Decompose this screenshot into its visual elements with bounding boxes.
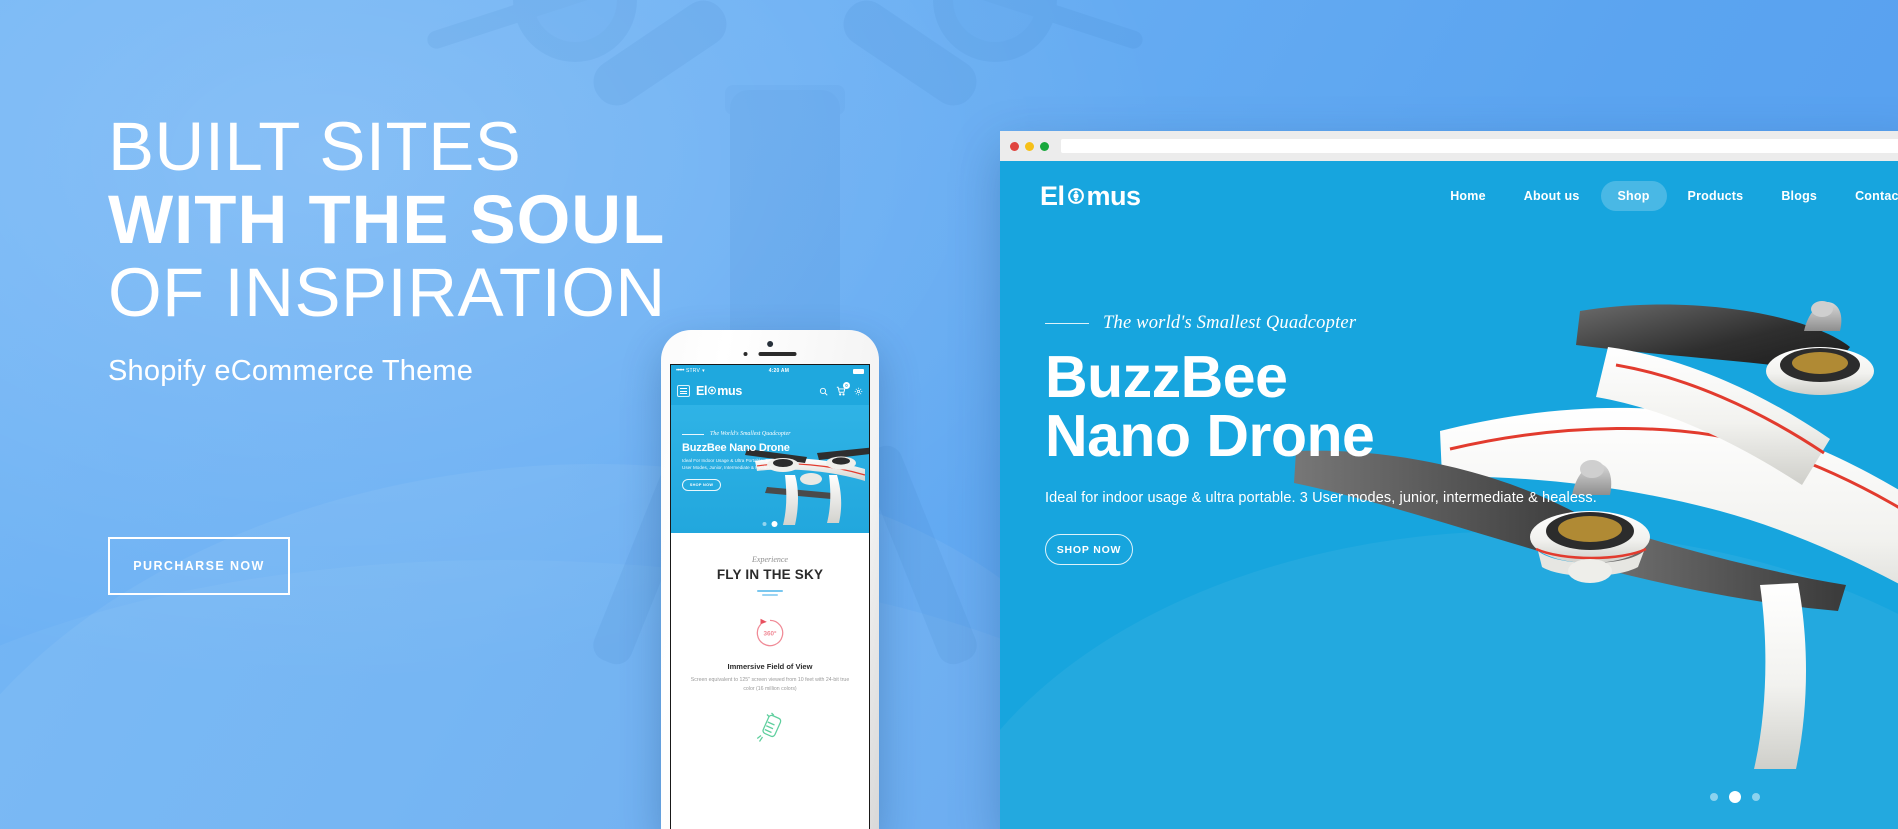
app-bar-icons: 0	[819, 382, 863, 396]
app-logo-prefix: El	[696, 384, 708, 398]
eyebrow-text: The world's Smallest Quadcopter	[1103, 313, 1357, 333]
headline-line-3: OF INSPIRATION	[108, 254, 666, 331]
app-hero-description: Ideal For Indoor Usage & Ultra Portable.…	[682, 458, 774, 470]
app-hero-eyebrow: The World's Smallest Quadcopter	[682, 431, 869, 437]
app-top-bar: El mus 0	[671, 377, 869, 405]
carrier-name: STRV	[686, 368, 701, 374]
nav-item-about-us[interactable]: About us	[1507, 181, 1597, 211]
nav-item-home[interactable]: Home	[1433, 181, 1503, 211]
phone-mockup: ••••• STRV ▾ 4:20 AM El mus 0 The World'…	[661, 330, 879, 829]
app-hero-banner: The World's Smallest Quadcopter BuzzBee …	[671, 405, 869, 533]
app-slider-dot-1[interactable]	[762, 522, 767, 526]
site-logo[interactable]: El mus	[1040, 181, 1141, 212]
app-experience-section: Experience FLY IN THE SKY 360° Immersive…	[671, 533, 869, 746]
phone-screen: ••••• STRV ▾ 4:20 AM El mus 0 The World'…	[670, 364, 870, 829]
site-hero: The world's Smallest Quadcopter BuzzBee …	[1000, 231, 1898, 565]
slider-dot-1[interactable]	[1710, 793, 1718, 801]
battery-plug-icon	[752, 710, 788, 746]
app-hero-title: BuzzBee Nano Drone	[682, 442, 790, 454]
site-nav-links: Home About us Shop Products Blogs Contac…	[1433, 181, 1898, 211]
earpiece-speaker	[743, 352, 797, 356]
close-window-icon[interactable]	[1010, 141, 1019, 151]
nav-item-blogs[interactable]: Blogs	[1764, 181, 1834, 211]
site-logo-suffix: mus	[1086, 180, 1142, 211]
app-shop-now-button[interactable]: SHOP NOW	[682, 478, 721, 491]
nav-item-products[interactable]: Products	[1671, 181, 1761, 211]
carrier-info: ••••• STRV ▾	[676, 368, 705, 374]
demo-site: El mus Home About us Shop Products Blogs…	[1000, 161, 1898, 829]
site-slider-dots	[1710, 791, 1760, 803]
site-logo-prefix: El	[1040, 180, 1065, 211]
maximize-window-icon[interactable]	[1040, 141, 1049, 151]
section-divider-small	[762, 594, 778, 596]
purchase-now-button[interactable]: PURCHARSE NOW	[108, 537, 290, 595]
360-degree-icon: 360°	[751, 614, 789, 652]
site-shop-now-button[interactable]: SHOP NOW	[1045, 534, 1133, 565]
site-hero-title-line-2: Nano Drone	[1045, 403, 1375, 469]
proximity-sensor-icon	[743, 352, 748, 356]
settings-icon[interactable]	[854, 387, 863, 396]
eyebrow-rule	[1045, 322, 1089, 325]
site-navbar: El mus Home About us Shop Products Blogs…	[1000, 161, 1898, 231]
section-divider	[757, 590, 783, 592]
traffic-light-dots	[1010, 141, 1049, 151]
slider-dot-3[interactable]	[1752, 793, 1760, 801]
svg-text:360°: 360°	[763, 629, 777, 637]
site-hero-eyebrow: The world's Smallest Quadcopter	[1045, 313, 1898, 334]
section-eyebrow: Experience	[752, 555, 788, 564]
headline-line-1: BUILT SITES	[108, 108, 522, 185]
site-hero-title-line-1: BuzzBee	[1045, 344, 1288, 410]
section-title: FLY IN THE SKY	[716, 567, 824, 582]
signal-strength-icon: •••••	[676, 368, 685, 374]
nav-item-contact[interactable]: Contact	[1838, 181, 1898, 211]
phone-status-bar: ••••• STRV ▾ 4:20 AM	[671, 365, 869, 377]
app-slider-dot-2[interactable]	[771, 521, 778, 527]
browser-url-input[interactable]	[1061, 139, 1898, 153]
battery-icon	[852, 368, 864, 374]
hero-landing-page: BUILT SITES WITH THE SOUL OF INSPIRATION…	[0, 0, 1898, 829]
app-logo-suffix: mus	[717, 384, 743, 398]
status-time: 4:20 AM	[768, 368, 790, 374]
slider-dot-2[interactable]	[1729, 791, 1741, 803]
minimize-window-icon[interactable]	[1025, 141, 1034, 151]
feature-description: Screen equivalent to 125" screen viewed …	[690, 676, 850, 692]
menu-icon[interactable]	[677, 385, 690, 397]
app-hero-copy: The World's Smallest Quadcopter BuzzBee …	[671, 405, 869, 491]
browser-chrome-bar	[1000, 131, 1898, 161]
search-icon[interactable]	[819, 387, 828, 396]
cart-icon[interactable]: 0	[836, 382, 850, 396]
speaker-grille	[758, 352, 797, 356]
nav-item-shop[interactable]: Shop	[1600, 181, 1667, 211]
headline-line-2: WITH THE SOUL	[108, 181, 666, 258]
feature-title: Immersive Field of View	[727, 661, 813, 671]
app-eyebrow-text: The World's Smallest Quadcopter	[710, 431, 791, 437]
drone-propeller-logo-icon	[1066, 185, 1086, 207]
browser-mockup: El mus Home About us Shop Products Blogs…	[1000, 131, 1898, 829]
app-drone-propeller-logo-icon	[707, 384, 717, 398]
app-eyebrow-rule	[682, 433, 704, 435]
app-slider-dots	[762, 521, 778, 527]
wifi-icon: ▾	[702, 368, 705, 374]
front-camera-icon	[767, 341, 774, 347]
app-logo[interactable]: El mus	[696, 384, 742, 398]
site-hero-description: Ideal for indoor usage & ultra portable.…	[1045, 490, 1597, 506]
cart-count-badge: 0	[843, 382, 850, 389]
